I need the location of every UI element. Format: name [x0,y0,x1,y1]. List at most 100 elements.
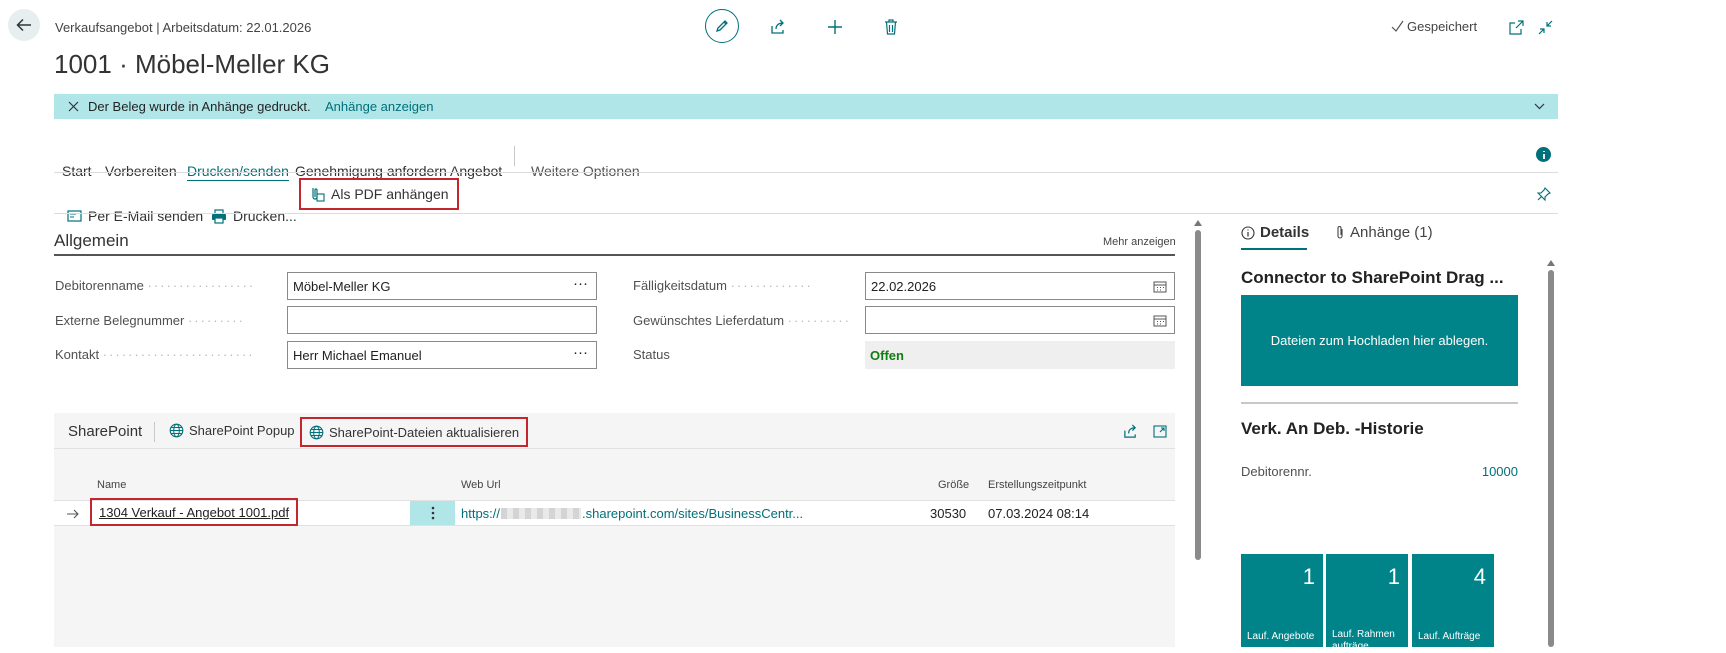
customer-name-value: Möbel-Meller KG [293,279,391,294]
globe-icon [309,425,324,439]
scrollbar-thumb[interactable] [1195,230,1201,560]
factbox-tab-underline [1241,248,1307,250]
open-new-window-button[interactable] [1507,18,1525,36]
scrollbar-thumb[interactable] [1548,270,1554,647]
pencil-icon [715,20,728,33]
sharepoint-toolbar: SharePoint SharePoint Popup SharePoint-D… [54,413,1175,449]
collapse-icon [1538,20,1552,34]
tab-weitere-optionen[interactable]: Weitere Optionen [531,163,640,179]
dismiss-banner-button[interactable] [66,99,80,113]
contact-value: Herr Michael Emanuel [293,348,422,363]
tab-angebot[interactable]: Angebot [450,163,502,179]
file-name-link[interactable]: 1304 Verkauf - Angebot 1001.pdf [90,498,299,526]
open-new-window-icon [1508,19,1524,35]
customer-no-label: Debitorennr. [1241,464,1312,479]
connector-title: Connector to SharePoint Drag ... [1241,268,1504,287]
collapse-button[interactable] [1536,18,1554,36]
chevron-down-icon [1534,103,1544,109]
web-url-link[interactable]: https:// .sharepoint.com/sites/BusinessC… [461,506,803,521]
arrow-right-icon [67,509,79,519]
print-label: Drucken... [233,208,297,224]
banner-link[interactable]: Anhänge anzeigen [325,99,433,114]
sharepoint-share-button[interactable] [1122,423,1138,439]
action-bar-divider-bottom [54,213,1558,214]
saved-status: Gespeichert [1391,19,1477,34]
sharepoint-expand-button[interactable] [1152,423,1168,439]
info-button[interactable] [1536,147,1551,162]
tile-label: Lauf. Aufträge [1418,631,1481,642]
tile-label: Lauf. Angebote [1247,631,1315,642]
back-button[interactable] [8,9,40,41]
tab-drucken-senden[interactable]: Drucken/senden [187,163,289,179]
attach-pdf-label: Als PDF anhängen [331,186,449,202]
more-vertical-icon [431,506,434,520]
row-menu-button[interactable] [410,501,455,525]
sharepoint-refresh-button[interactable]: SharePoint-Dateien aktualisieren [300,417,529,447]
factbox-scrollbar[interactable] [1547,260,1555,647]
printer-icon [212,208,226,224]
globe-icon [169,423,184,438]
tab-vorbereiten[interactable]: Vorbereiten [105,163,177,179]
arrow-left-icon [16,18,31,32]
tab-start[interactable]: Start [62,163,92,179]
req-delivery-label: Gewünschtes Lieferdatum ·········· [633,313,851,328]
file-size: 30530 [930,506,967,521]
req-delivery-field[interactable] [865,306,1175,334]
lookup-button[interactable]: ··· [573,344,588,361]
file-created: 07.03.2024 08:14 [988,506,1090,521]
column-header-name[interactable]: Name [97,479,126,491]
column-header-url[interactable]: Web Url [461,479,501,491]
tab-genehmigung[interactable]: Genehmigung anfordern [295,163,447,179]
sharepoint-toolbar-divider [154,422,155,442]
tile-value: 4 [1473,564,1486,589]
delete-button[interactable] [881,17,901,37]
pin-icon [1537,187,1551,201]
redacted-block [501,508,582,519]
lookup-button[interactable]: ··· [573,275,588,292]
page-title: 1001 · Möbel-Meller KG [54,49,330,79]
ext-doc-label: Externe Belegnummer ········· [55,313,245,328]
expand-banner-button[interactable] [1532,99,1546,113]
email-send-button[interactable]: Per E-Mail senden [63,203,207,229]
sharepoint-title: SharePoint [68,423,143,440]
calendar-icon[interactable] [1153,314,1167,327]
email-icon [67,210,82,222]
sharepoint-part: SharePoint SharePoint Popup SharePoint-D… [54,413,1175,647]
sharepoint-refresh-label: SharePoint-Dateien aktualisieren [329,424,520,440]
scroll-up-icon[interactable] [1547,260,1555,266]
factbox-tab-details[interactable]: Details [1241,224,1309,241]
section-title-allgemein: Allgemein [54,231,129,250]
banner-message: Der Beleg wurde in Anhänge gedruckt. [88,99,311,114]
table-row[interactable]: 1304 Verkauf - Angebot 1001.pdf https://… [54,498,1175,526]
edit-button[interactable] [705,9,739,43]
factbox-tab-attachments[interactable]: Anhänge (1) [1335,224,1433,241]
calendar-icon[interactable] [1153,280,1167,293]
drop-zone[interactable]: Dateien zum Hochladen hier ablegen. [1241,295,1518,386]
tile-value: 1 [1302,564,1315,589]
column-header-created[interactable]: Erstellungszeitpunkt [988,479,1086,491]
ext-doc-field[interactable] [287,306,597,334]
main-scrollbar[interactable] [1194,220,1202,647]
print-button[interactable]: Drucken... [207,203,301,229]
column-header-size[interactable]: Größe [938,479,969,491]
pin-button[interactable] [1536,186,1552,202]
file-name: 1304 Verkauf - Angebot 1001.pdf [99,505,290,520]
show-more-link[interactable]: Mehr anzeigen [1103,236,1176,248]
sharepoint-popup-button[interactable]: SharePoint Popup [169,423,295,438]
tile-lauf-angebote[interactable]: 1 Lauf. Angebote [1241,554,1323,647]
tab-divider [514,146,515,166]
new-button[interactable] [825,17,845,37]
attach-pdf-button[interactable]: Als PDF anhängen [299,178,459,210]
customer-name-field[interactable]: Möbel-Meller KG ··· [287,272,597,300]
close-icon [68,101,78,111]
due-date-field[interactable]: 22.02.2026 [865,272,1175,300]
scroll-up-icon[interactable] [1194,220,1202,226]
share-button[interactable] [768,17,788,37]
contact-field[interactable]: Herr Michael Emanuel ··· [287,341,597,369]
section-underline [54,254,1175,256]
customer-no-value[interactable]: 10000 [1480,464,1518,479]
tile-lauf-rahmenauftraege[interactable]: 1 Lauf. Rahmenaufträge [1326,554,1408,652]
check-icon [1391,20,1404,32]
tile-lauf-auftraege[interactable]: 4 Lauf. Aufträge [1412,554,1494,647]
info-outline-icon [1241,225,1255,240]
